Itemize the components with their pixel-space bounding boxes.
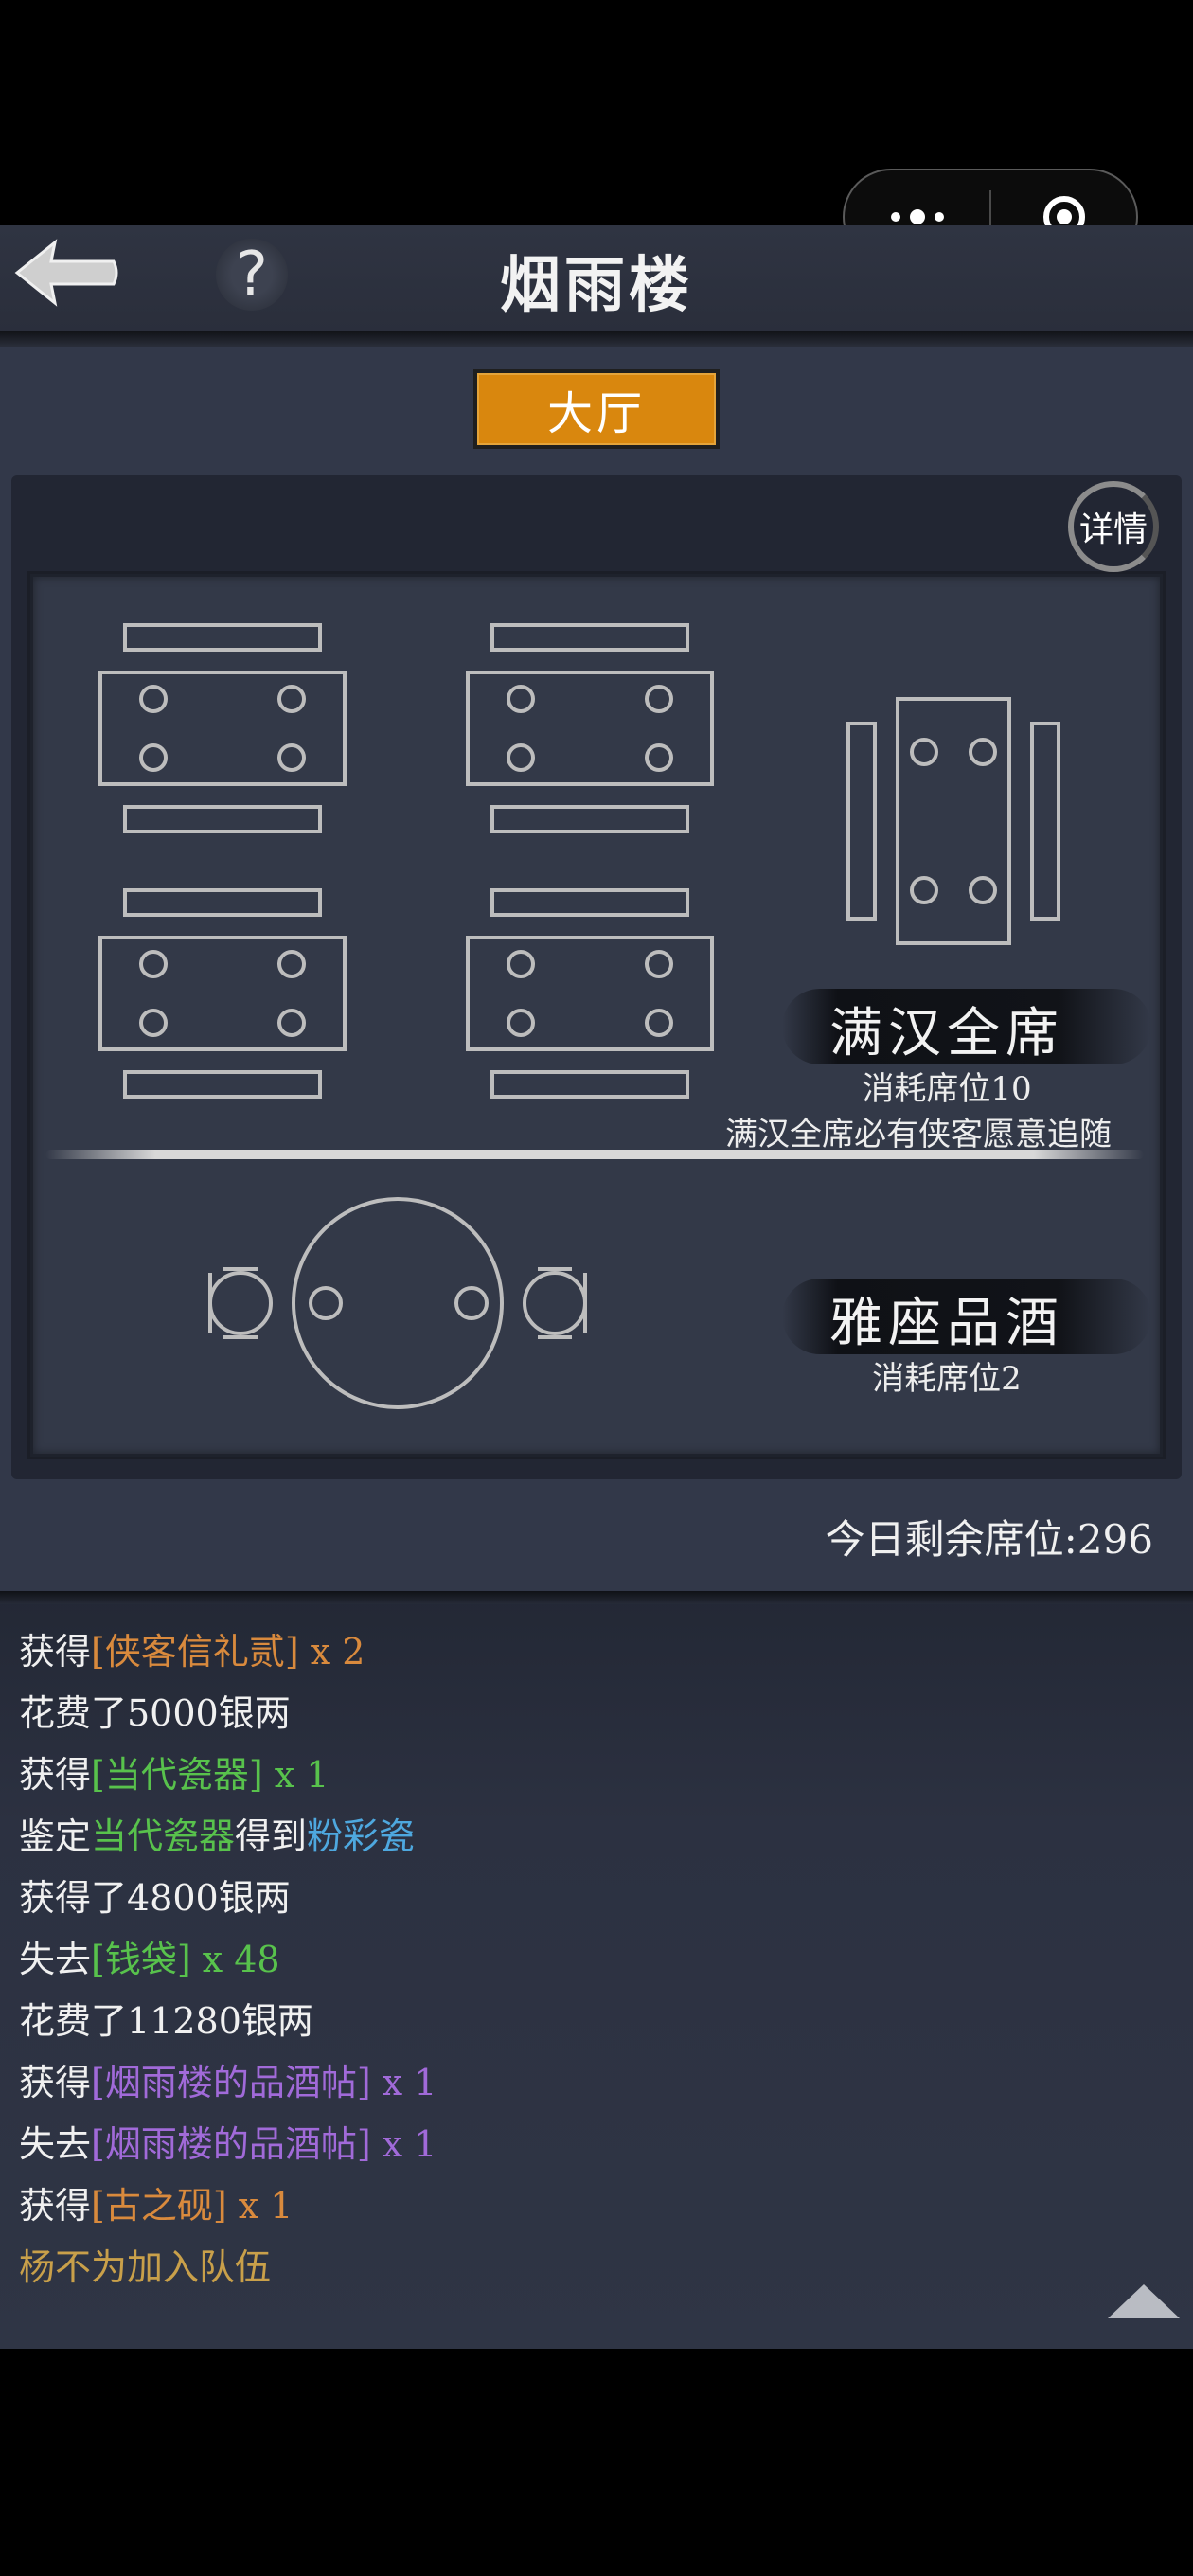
message-log: 获得[侠客信礼贰] x 2 花费了5000银两 获得[当代瓷器] x 1 鉴定当代瓷器…: [19, 1621, 436, 2299]
log-segment: 粉彩瓷: [307, 1816, 416, 1857]
feast-note-manhan: 满汉全席必有侠客愿意追随: [725, 1116, 1112, 1154]
feast-name-yazuo[interactable]: 雅座品酒: [757, 1280, 1136, 1357]
log-segment: 获得: [19, 2062, 92, 2103]
log-segment: 花费了5000银两: [19, 1692, 291, 1734]
floor-plan: [98, 623, 1060, 1409]
rect-table-3: [98, 888, 347, 1099]
log-segment: 花费了11280银两: [19, 2000, 313, 2042]
feast-cost-manhan: 消耗席位10: [862, 1070, 1032, 1108]
log-segment: [烟雨楼的品酒帖] x 1: [91, 2062, 437, 2103]
scroll-up-icon[interactable]: [1108, 2284, 1180, 2318]
log-divider: [0, 1591, 1193, 1604]
log-segment: 失去: [19, 1939, 92, 1980]
round-table: [208, 1197, 587, 1409]
log-segment: [当代瓷器] x 1: [91, 1754, 329, 1796]
log-segment: 获得: [19, 1631, 92, 1673]
feast-name-manhan[interactable]: 满汉全席: [757, 991, 1136, 1067]
log-line: 获得[烟雨楼的品酒帖] x 1: [19, 2052, 436, 2114]
log-segment: 杨不为加入队伍: [19, 2246, 272, 2288]
log-segment: [古之砚] x 1: [91, 2185, 294, 2227]
log-line: 杨不为加入队伍: [19, 2237, 436, 2299]
rect-table-2: [466, 623, 714, 833]
log-segment: 得到: [235, 1816, 308, 1857]
log-line: 鉴定当代瓷器得到粉彩瓷: [19, 1806, 436, 1868]
remaining-label: 今日剩余席位:: [825, 1516, 1077, 1563]
feast-cost-yazuo: 消耗席位2: [872, 1360, 1022, 1398]
log-line: 获得[当代瓷器] x 1: [19, 1744, 436, 1806]
log-segment: 当代瓷器: [91, 1816, 236, 1857]
log-segment: 获得了4800银两: [19, 1877, 291, 1919]
log-line: 失去[烟雨楼的品酒帖] x 1: [19, 2114, 436, 2175]
rect-table-4: [466, 888, 714, 1099]
log-segment: [烟雨楼的品酒帖] x 1: [91, 2123, 437, 2165]
log-segment: 获得: [19, 1754, 92, 1796]
log-segment: [侠客信礼贰] x 2: [91, 1631, 365, 1673]
log-segment: [钱袋] x 48: [91, 1939, 280, 1980]
vertical-table: [846, 697, 1060, 945]
log-segment: 获得: [19, 2185, 92, 2227]
log-segment: 鉴定: [19, 1816, 92, 1857]
log-line: 花费了5000银两: [19, 1683, 436, 1744]
log-line: 获得[侠客信礼贰] x 2: [19, 1621, 436, 1683]
log-line: 获得了4800银两: [19, 1868, 436, 1929]
log-line: 花费了11280银两: [19, 1991, 436, 2052]
remaining-seats: 今日剩余席位:296: [826, 1508, 1153, 1565]
log-segment: 失去: [19, 2123, 92, 2165]
remaining-value: 296: [1077, 1516, 1153, 1563]
log-line: 获得[古之砚] x 1: [19, 2175, 436, 2237]
rect-table-1: [98, 623, 347, 833]
log-line: 失去[钱袋] x 48: [19, 1929, 436, 1991]
